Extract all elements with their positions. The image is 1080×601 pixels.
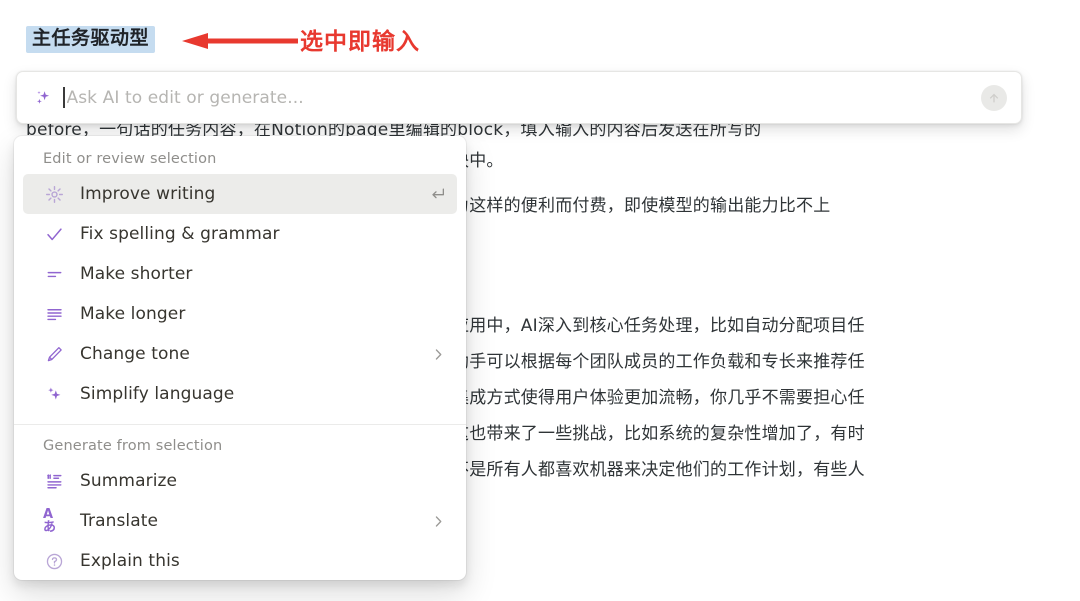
enter-return-icon (429, 186, 446, 203)
sparkles-icon (43, 383, 65, 405)
ai-actions-menu[interactable]: Edit or review selection Improve writing (14, 136, 466, 580)
text-caret (63, 87, 65, 108)
menu-item-make-longer[interactable]: Make longer (23, 294, 457, 334)
chevron-right-icon (431, 347, 446, 362)
sparkle-icon (37, 90, 50, 104)
menu-item-summarize[interactable]: Summarize (23, 461, 457, 501)
annotation-selection-label: 选中即输入 (300, 29, 420, 55)
selected-text-highlight[interactable]: 主任务驱动型 (26, 26, 156, 53)
menu-section-label-edit: Edit or review selection (43, 151, 217, 167)
menu-item-change-tone[interactable]: Change tone (23, 334, 457, 374)
annotation-arrow-icon (182, 33, 298, 49)
menu-item-label: Simplify language (80, 384, 235, 404)
menu-item-label: Explain this (80, 551, 180, 571)
menu-item-make-shorter[interactable]: Make shorter (23, 254, 457, 294)
document-line: 为这样的便利而付费，即使模型的输出能力比不上 (452, 196, 831, 216)
menu-item-explain-this[interactable]: Explain this (23, 541, 457, 580)
document-line: 应用中，AI深入到核心任务处理，比如自动分配项目任 (452, 316, 865, 336)
menu-item-label: Improve writing (80, 184, 216, 204)
document-line: 这也带来了一些挑战，比如系统的复杂性增加了，有时 (452, 424, 865, 444)
menu-item-label: Change tone (80, 344, 190, 364)
menu-item-label: Summarize (80, 471, 178, 491)
ai-input-bar[interactable]: Ask AI to edit or generate... (16, 71, 1022, 124)
sparkle-burst-icon (43, 183, 65, 205)
document-line: 集成方式使得用户体验更加流畅，你几乎不需要担心任 (452, 388, 865, 408)
menu-item-translate[interactable]: Aあ Translate (23, 501, 457, 541)
quote-lines-icon (43, 470, 65, 492)
menu-item-label: Fix spelling & grammar (80, 224, 280, 244)
document-line: 不是所有人都喜欢机器来决定他们的工作计划，有些人 (452, 460, 865, 480)
arrow-up-icon (989, 93, 999, 102)
menu-divider (14, 424, 466, 425)
menu-item-improve-writing[interactable]: Improve writing (23, 174, 457, 214)
menu-item-label: Make shorter (80, 264, 193, 284)
question-circle-icon (43, 550, 65, 572)
menu-item-simplify-language[interactable]: Simplify language (23, 374, 457, 414)
check-icon (43, 223, 65, 245)
document-line: 助手可以根据每个团队成员的工作负载和专长来推荐任 (452, 352, 865, 372)
menu-item-label: Make longer (80, 304, 186, 324)
menu-item-label: Translate (80, 511, 159, 531)
chevron-right-icon (431, 514, 446, 529)
menu-item-fix-spelling-grammar[interactable]: Fix spelling & grammar (23, 214, 457, 254)
translate-icon: Aあ (43, 507, 56, 535)
menu-section-label-generate: Generate from selection (43, 438, 223, 454)
pen-icon (43, 343, 65, 365)
make-longer-icon (43, 303, 65, 325)
ai-submit-button[interactable] (981, 84, 1007, 111)
ai-input-field[interactable]: Ask AI to edit or generate... (67, 88, 982, 108)
make-shorter-icon (43, 263, 65, 285)
